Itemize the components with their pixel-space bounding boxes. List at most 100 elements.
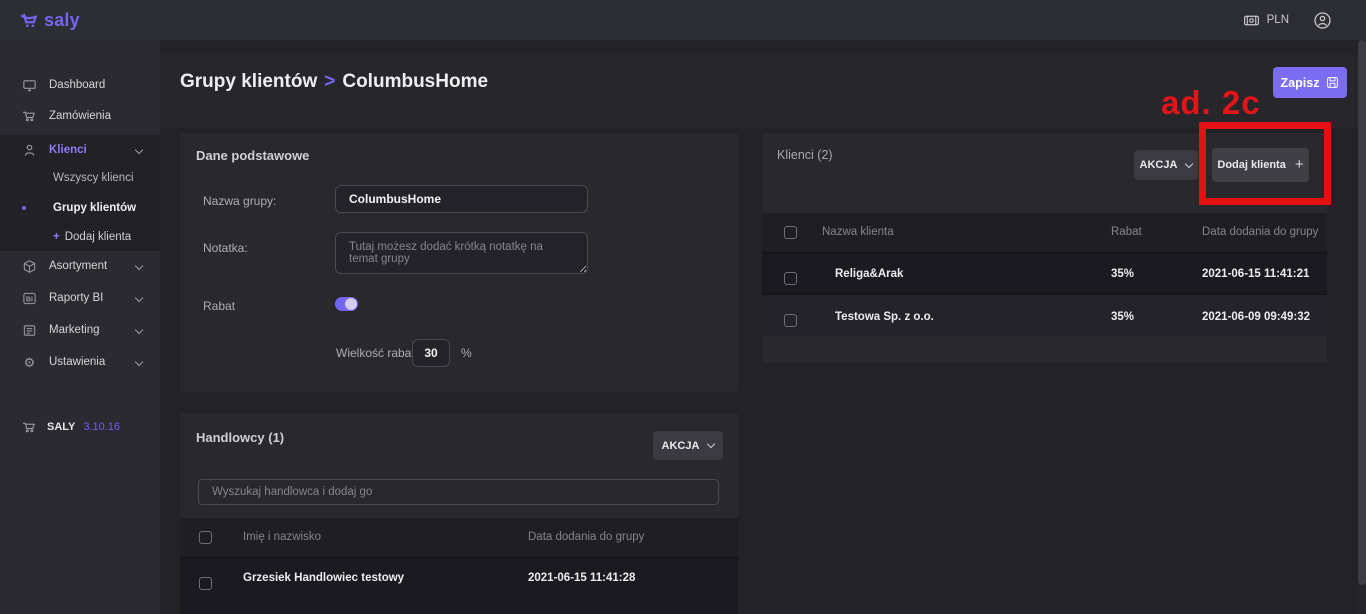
cell-name: Testowa Sp. z o.o. (835, 311, 934, 323)
sidebar-label: Marketing (49, 324, 100, 336)
sidebar-item-asortyment[interactable]: Asortyment (0, 251, 160, 281)
sidebar-sublabel: Grupy klientów (53, 202, 136, 214)
dodaj-klienta-label: Dodaj klienta (1217, 159, 1285, 171)
toggle-knob (345, 298, 357, 310)
column-header-date: Data dodania do grupy (528, 531, 644, 543)
search-handlowiec-input[interactable] (198, 479, 719, 505)
app-name: SALY (47, 421, 75, 433)
notatka-textarea[interactable] (335, 232, 588, 274)
scrollbar-track (1358, 40, 1366, 614)
chevron-down-icon (135, 326, 143, 334)
cube-icon (22, 259, 37, 274)
active-dot-icon (22, 206, 26, 210)
row-checkbox[interactable] (784, 272, 797, 285)
column-header-name: Imię i nazwisko (243, 531, 321, 543)
scrollbar-thumb[interactable] (1358, 40, 1366, 585)
sidebar-item-zamowienia[interactable]: Zamówienia (0, 101, 160, 131)
breadcrumb-separator: > (324, 71, 335, 93)
table-row: Testowa Sp. z o.o. 35% 2021-06-09 09:49:… (762, 293, 1327, 336)
panel-title: Klienci (2) (777, 148, 833, 162)
akcja-label: AKCJA (1140, 159, 1178, 171)
cell-date: 2021-06-09 09:49:32 (1202, 311, 1310, 323)
cart-icon (22, 109, 37, 124)
akcja-label: AKCJA (662, 440, 700, 452)
cell-date: 2021-06-15 11:41:28 (528, 572, 635, 584)
sidebar-item-raporty-bi[interactable]: Bi Raporty BI (0, 283, 160, 313)
board-icon (22, 323, 37, 338)
save-button-label: Zapisz (1281, 76, 1320, 90)
sidebar-sublabel: Dodaj klienta (65, 231, 131, 243)
dodaj-klienta-button[interactable]: Dodaj klienta + (1212, 148, 1309, 182)
cell-rabat: 35% (1111, 311, 1134, 323)
rabat-label: Rabat (203, 299, 235, 313)
sidebar-item-klienci[interactable]: Klienci (0, 135, 160, 165)
select-all-checkbox[interactable] (784, 226, 797, 239)
breadcrumb-current: ColumbusHome (342, 71, 488, 93)
user-avatar-button[interactable] (1313, 11, 1332, 30)
banknote-icon (1243, 12, 1260, 29)
monitor-icon (22, 78, 37, 93)
percent-unit: % (461, 346, 472, 360)
sidebar-label: Zamówienia (49, 110, 111, 122)
chevron-down-icon (1185, 159, 1193, 167)
select-all-checkbox[interactable] (199, 531, 212, 544)
currency-label: PLN (1267, 14, 1289, 26)
svg-text:Bi: Bi (26, 296, 33, 303)
handlowcy-panel: Handlowcy (1) AKCJA Imię i nazwisko Data… (180, 413, 738, 614)
logo-text: saly (44, 10, 80, 31)
row-checkbox[interactable] (199, 577, 212, 590)
sidebar-klienci-group: Klienci Wszyscy klienci Grupy klientów +… (0, 135, 160, 251)
sidebar: Dashboard Zamówienia Klienci Wszyscy kli… (0, 40, 160, 614)
breadcrumb-parent[interactable]: Grupy klientów (180, 71, 317, 93)
save-button[interactable]: Zapisz (1273, 67, 1347, 98)
sidebar-label: Dashboard (49, 79, 105, 91)
column-header-name: Nazwa klienta (822, 226, 894, 238)
panel-title: Dane podstawowe (196, 148, 309, 163)
sidebar-sublabel: Wszyscy klienci (53, 172, 134, 184)
breadcrumb: Grupy klientów > ColumbusHome (180, 71, 488, 93)
sidebar-label: Raporty BI (49, 292, 103, 304)
bi-report-icon: Bi (22, 291, 37, 306)
table-row: Grzesiek Handlowiec testowy 2021-06-15 1… (180, 557, 738, 614)
chevron-down-icon (135, 146, 143, 154)
table-row: Religa&Arak 35% 2021-06-15 11:41:21 (762, 252, 1327, 293)
plus-icon: + (53, 231, 60, 243)
sidebar-item-marketing[interactable]: Marketing (0, 315, 160, 345)
chevron-down-icon (707, 440, 715, 448)
cell-name: Religa&Arak (835, 268, 903, 280)
nazwa-grupy-input[interactable] (335, 185, 588, 213)
handlowcy-table-header: Imię i nazwisko Data dodania do grupy (180, 518, 738, 557)
nazwa-grupy-label: Nazwa grupy: (203, 194, 276, 208)
column-header-rabat: Rabat (1111, 226, 1142, 238)
plus-icon: + (1295, 156, 1304, 173)
sidebar-item-grupy-klientow[interactable]: Grupy klientów (0, 193, 160, 223)
chevron-down-icon (135, 262, 143, 270)
sidebar-item-dodaj-klienta[interactable]: + Dodaj klienta (0, 222, 160, 252)
wielkosc-rabatu-input[interactable] (412, 339, 450, 367)
cart-logo-icon (20, 10, 41, 31)
cart-icon (22, 420, 37, 435)
app-logo[interactable]: saly (20, 10, 80, 31)
app-version: 3.10.16 (83, 421, 120, 433)
cell-name: Grzesiek Handlowiec testowy (243, 572, 404, 584)
main-content: Grupy klientów > ColumbusHome Zapisz Dan… (160, 40, 1358, 614)
sidebar-item-dashboard[interactable]: Dashboard (0, 70, 160, 100)
sidebar-item-wszyscy-klienci[interactable]: Wszyscy klienci (0, 163, 160, 193)
cell-rabat: 35% (1111, 268, 1134, 280)
currency-selector[interactable]: PLN (1243, 12, 1289, 29)
person-icon (22, 143, 37, 158)
gear-icon: ⚙ (22, 355, 37, 370)
klienci-panel: Klienci (2) AKCJA Dodaj klienta + Nazwa … (762, 133, 1327, 363)
akcja-dropdown-button[interactable]: AKCJA (653, 431, 723, 460)
chevron-down-icon (135, 358, 143, 366)
sidebar-item-ustawienia[interactable]: ⚙ Ustawienia (0, 347, 160, 377)
row-checkbox[interactable] (784, 314, 797, 327)
floppy-icon (1326, 76, 1339, 89)
dane-podstawowe-panel: Dane podstawowe Nazwa grupy: Notatka: Ra… (180, 133, 738, 392)
notatka-label: Notatka: (203, 241, 248, 255)
akcja-dropdown-button[interactable]: AKCJA (1134, 150, 1198, 180)
column-header-date: Data dodania do grupy (1202, 226, 1318, 238)
rabat-toggle[interactable] (335, 297, 358, 311)
sidebar-version: SALY 3.10.16 (0, 412, 160, 442)
sidebar-label: Ustawienia (49, 356, 105, 368)
